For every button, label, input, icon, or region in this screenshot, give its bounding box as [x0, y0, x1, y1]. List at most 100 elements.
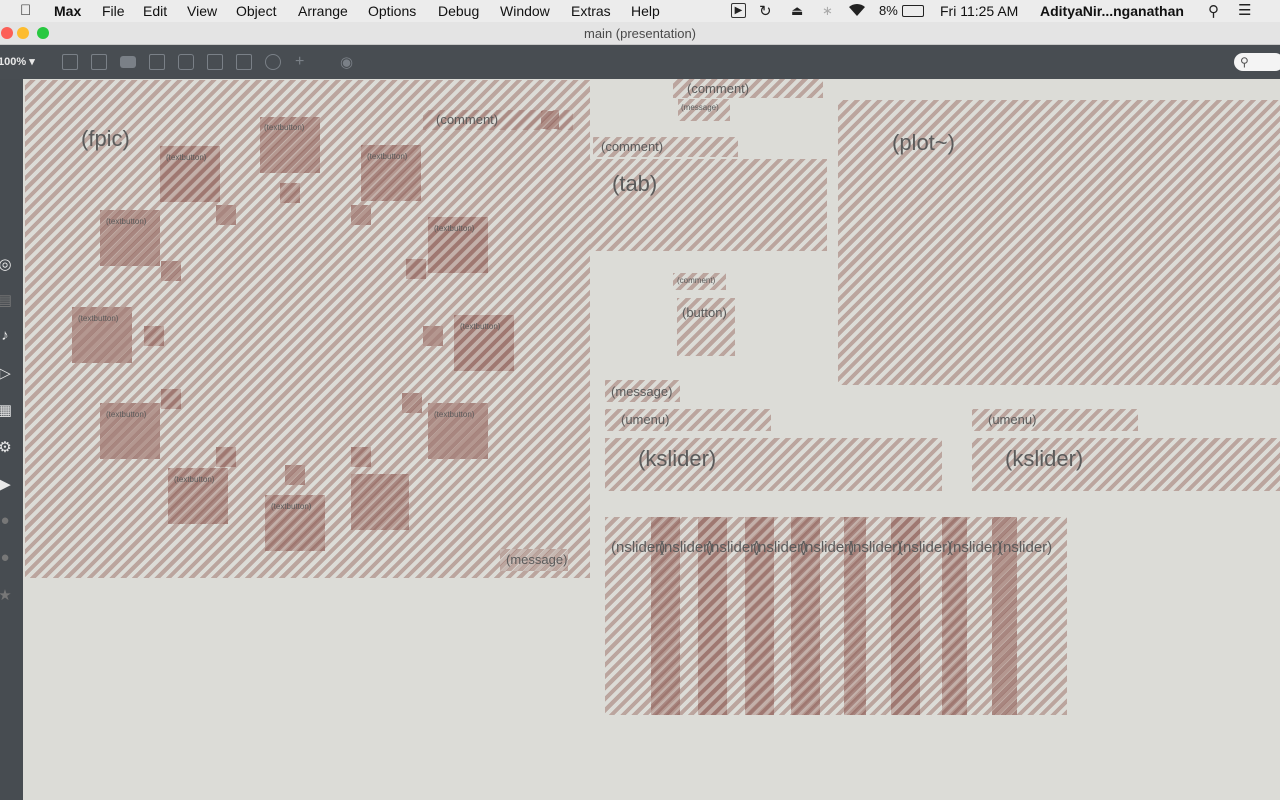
button-object[interactable]: (button)	[677, 298, 735, 356]
menu-help[interactable]: Help	[631, 3, 660, 19]
nslider-label: (nslider)	[898, 539, 953, 556]
comment-label: (comment)	[677, 276, 716, 285]
patcher-canvas[interactable]: (fpic) (textbutton) (textbutton) (textbu…	[23, 79, 1280, 800]
textbutton-object[interactable]: (textbutton)	[100, 210, 160, 266]
small-button-object[interactable]	[161, 261, 181, 281]
small-button-object[interactable]	[161, 389, 181, 409]
textbutton-label: (textbutton)	[434, 224, 475, 233]
kslider-object[interactable]: (kslider)	[605, 438, 942, 491]
textbutton-object[interactable]	[351, 474, 409, 530]
target-icon[interactable]: ◎	[0, 255, 13, 273]
comment-object[interactable]: (comment)	[423, 110, 573, 130]
message-object[interactable]: (message)	[605, 380, 680, 402]
textbutton-label: (textbutton)	[106, 410, 147, 419]
favorites-star-icon[interactable]: ★	[0, 586, 13, 604]
message-label: (message)	[611, 384, 673, 399]
textbutton-object[interactable]: (textbutton)	[454, 315, 514, 371]
small-button-object[interactable]	[423, 326, 443, 346]
new-comment-icon[interactable]	[120, 56, 136, 68]
battery-icon[interactable]	[902, 5, 924, 17]
max-status-icon[interactable]: ▶	[731, 3, 746, 18]
menu-user[interactable]: AdityaNir...nganathan	[1040, 3, 1184, 19]
comment-object[interactable]: (comment)	[673, 273, 726, 290]
textbutton-label: (textbutton)	[460, 322, 501, 331]
comment-object[interactable]: (comment)	[673, 79, 823, 98]
battery-percentage: 8%	[879, 3, 898, 18]
kslider-object[interactable]: (kslider)	[972, 438, 1280, 491]
comment-inlet-handle	[541, 111, 559, 129]
bpatcher-icon[interactable]: ●	[0, 549, 13, 566]
textbutton-object[interactable]: (textbutton)	[260, 117, 320, 173]
zoom-level-dropdown[interactable]: 100% ▾	[0, 55, 35, 68]
textbutton-object[interactable]: (textbutton)	[72, 307, 132, 363]
menu-file[interactable]: File	[102, 3, 125, 19]
small-button-object[interactable]	[216, 205, 236, 225]
image-icon[interactable]: ▦	[0, 401, 13, 419]
new-toggle-icon[interactable]	[149, 54, 165, 70]
spotlight-search-icon[interactable]: ⚲	[1208, 2, 1219, 20]
textbutton-object[interactable]: (textbutton)	[361, 145, 421, 201]
small-button-object[interactable]	[406, 259, 426, 279]
search-field[interactable]: ⚲	[1234, 53, 1280, 71]
textbutton-object[interactable]: (textbutton)	[168, 468, 228, 524]
message-object[interactable]: (message)	[500, 549, 568, 571]
vst-icon[interactable]: ●	[0, 512, 13, 529]
menu-arrange[interactable]: Arrange	[298, 3, 348, 19]
window-titlebar: main (presentation)	[0, 22, 1280, 45]
umenu-object[interactable]: (umenu)	[605, 409, 771, 431]
menu-edit[interactable]: Edit	[143, 3, 167, 19]
bluetooth-icon[interactable]: ∗	[822, 3, 833, 19]
media-step-icon[interactable]: ▷	[0, 364, 13, 382]
new-dial-icon[interactable]	[265, 54, 281, 70]
new-object-icon[interactable]	[62, 54, 78, 70]
plot-object[interactable]: (plot~)	[838, 100, 1280, 385]
menu-clock[interactable]: Fri 11:25 AM	[940, 3, 1018, 19]
textbutton-label: (textbutton)	[78, 314, 119, 323]
textbutton-object[interactable]: (textbutton)	[265, 495, 325, 551]
music-note-icon[interactable]: ♪	[0, 327, 13, 344]
small-button-object[interactable]	[144, 326, 164, 346]
small-button-object[interactable]	[351, 205, 371, 225]
notification-center-icon[interactable]: ☰	[1238, 1, 1251, 19]
menu-window[interactable]: Window	[500, 3, 550, 19]
menu-debug[interactable]: Debug	[438, 3, 479, 19]
textbutton-object[interactable]: (textbutton)	[100, 403, 160, 459]
nslider-group[interactable]: (nslider) (nslider) (nslider) (nslider) …	[605, 517, 1067, 715]
menu-view[interactable]: View	[187, 3, 217, 19]
button-label: (button)	[682, 305, 727, 320]
textbutton-object[interactable]: (textbutton)	[428, 217, 488, 273]
paperclip-icon[interactable]: ⚙	[0, 438, 13, 456]
message-label: (message)	[506, 552, 568, 567]
new-slider-icon[interactable]	[236, 54, 252, 70]
menu-options[interactable]: Options	[368, 3, 416, 19]
comment-label: (comment)	[687, 81, 750, 96]
browser-icon[interactable]: ▤	[0, 291, 13, 309]
comment-label: (comment)	[436, 112, 499, 127]
apple-menu-icon[interactable]: 	[20, 2, 31, 19]
small-button-object[interactable]	[285, 465, 305, 485]
new-message-icon[interactable]	[91, 54, 107, 70]
nslider-label: (nslider)	[948, 539, 1003, 556]
menu-object[interactable]: Object	[236, 3, 276, 19]
plug-icon[interactable]: ▶	[0, 475, 13, 493]
add-object-icon[interactable]: +	[295, 53, 304, 71]
eject-icon[interactable]: ⏏	[791, 3, 803, 19]
message-object[interactable]: (message)	[678, 99, 730, 121]
new-playbar-icon[interactable]	[207, 54, 223, 70]
small-button-object[interactable]	[351, 447, 371, 467]
new-bang-icon[interactable]	[178, 54, 194, 70]
time-machine-icon[interactable]: ↻	[759, 2, 772, 20]
textbutton-object[interactable]: (textbutton)	[160, 146, 220, 202]
small-button-object[interactable]	[280, 183, 300, 203]
wifi-icon[interactable]	[848, 3, 866, 20]
umenu-object[interactable]: (umenu)	[972, 409, 1138, 431]
small-button-object[interactable]	[402, 393, 422, 413]
textbutton-object[interactable]: (textbutton)	[428, 403, 488, 459]
menu-app-max[interactable]: Max	[54, 3, 81, 19]
kslider-label: (kslider)	[1005, 446, 1084, 471]
paint-bucket-icon[interactable]: ◉	[340, 53, 353, 71]
tab-object[interactable]: (tab)	[590, 159, 827, 251]
comment-object[interactable]: (comment)	[593, 137, 738, 157]
menu-extras[interactable]: Extras	[571, 3, 611, 19]
small-button-object[interactable]	[216, 447, 236, 467]
